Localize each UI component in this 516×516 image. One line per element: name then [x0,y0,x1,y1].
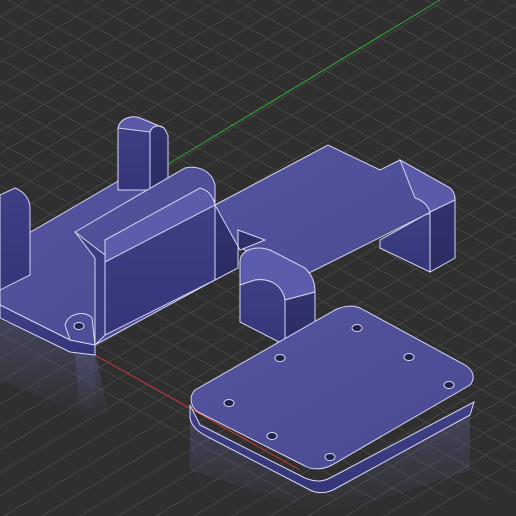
grid-line [463,0,516,30]
mounting-hole [266,432,278,440]
mounting-hole [223,399,235,407]
mounting-hole [351,324,363,332]
left-bracket-part[interactable] [0,116,216,356]
mounting-hole [274,354,286,362]
left-bracket-left-wall [0,187,31,291]
y-axis-line [149,0,441,176]
mounting-hole [324,453,336,461]
grid-line [501,0,516,9]
mounting-hole [73,322,85,330]
scene-canvas[interactable] [0,0,516,516]
mounting-hole [403,353,415,361]
3d-viewport[interactable] [0,0,516,516]
bridge-front-leg [239,279,286,346]
mounting-hole [443,381,455,389]
